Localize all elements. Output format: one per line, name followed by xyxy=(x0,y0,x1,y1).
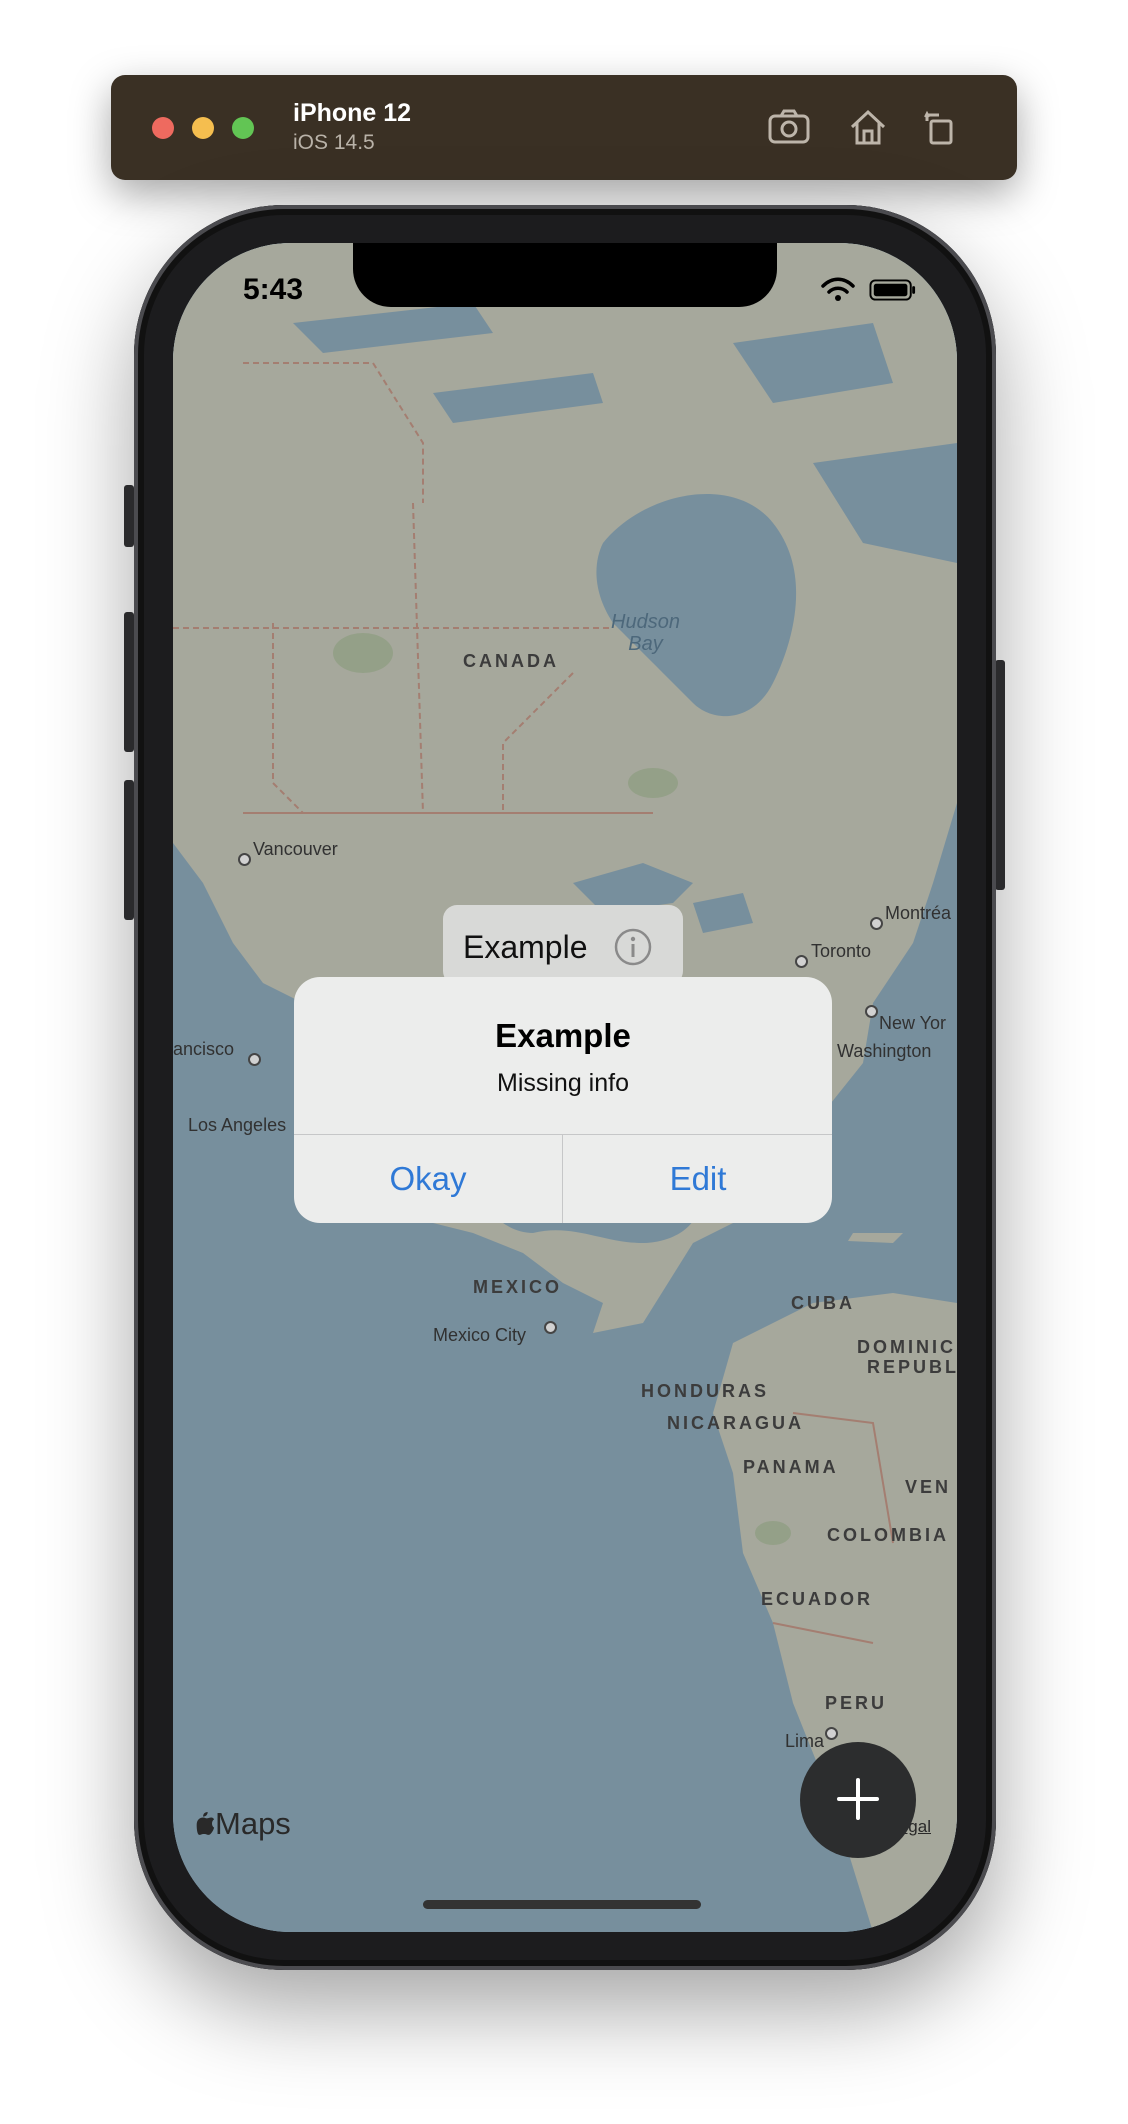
rotate-button[interactable] xyxy=(917,107,961,147)
os-version: iOS 14.5 xyxy=(293,131,375,154)
notch xyxy=(353,243,777,307)
wifi-icon xyxy=(820,277,855,301)
phone-screen: Hudson Bay CANADA Vancouver Montréa Toro… xyxy=(173,243,957,1932)
home-button[interactable] xyxy=(846,107,890,147)
status-icons xyxy=(820,277,917,308)
status-time: 5:43 xyxy=(243,273,304,306)
alert-divider-vertical xyxy=(562,1134,563,1223)
edit-button[interactable]: Edit xyxy=(564,1135,832,1223)
close-window-button[interactable] xyxy=(152,117,174,139)
rotate-icon xyxy=(924,110,953,145)
screenshot-button[interactable] xyxy=(767,107,811,147)
mute-switch[interactable] xyxy=(124,485,134,547)
simulator-title-bar: iPhone 12 iOS 14.5 xyxy=(111,75,1017,180)
volume-up-button[interactable] xyxy=(124,612,134,752)
side-power-button[interactable] xyxy=(995,660,1005,890)
volume-down-button[interactable] xyxy=(124,780,134,920)
plus-icon xyxy=(837,1777,879,1820)
alert-message: Missing info xyxy=(497,1069,629,1097)
home-indicator[interactable] xyxy=(423,1900,701,1909)
home-icon xyxy=(850,109,886,145)
okay-button[interactable]: Okay xyxy=(294,1135,562,1223)
camera-icon xyxy=(768,109,810,144)
info-icon xyxy=(614,928,652,966)
info-button[interactable] xyxy=(613,927,653,967)
minimize-window-button[interactable] xyxy=(192,117,214,139)
device-name: iPhone 12 xyxy=(293,99,412,127)
callout-title: Example xyxy=(463,929,588,965)
zoom-window-button[interactable] xyxy=(232,117,254,139)
alert-title: Example xyxy=(495,1017,631,1054)
battery-icon xyxy=(869,279,916,301)
add-button[interactable] xyxy=(800,1742,916,1858)
annotation-callout[interactable]: Example xyxy=(443,905,683,985)
alert-dialog: Example Missing info Okay Edit xyxy=(294,977,832,1223)
